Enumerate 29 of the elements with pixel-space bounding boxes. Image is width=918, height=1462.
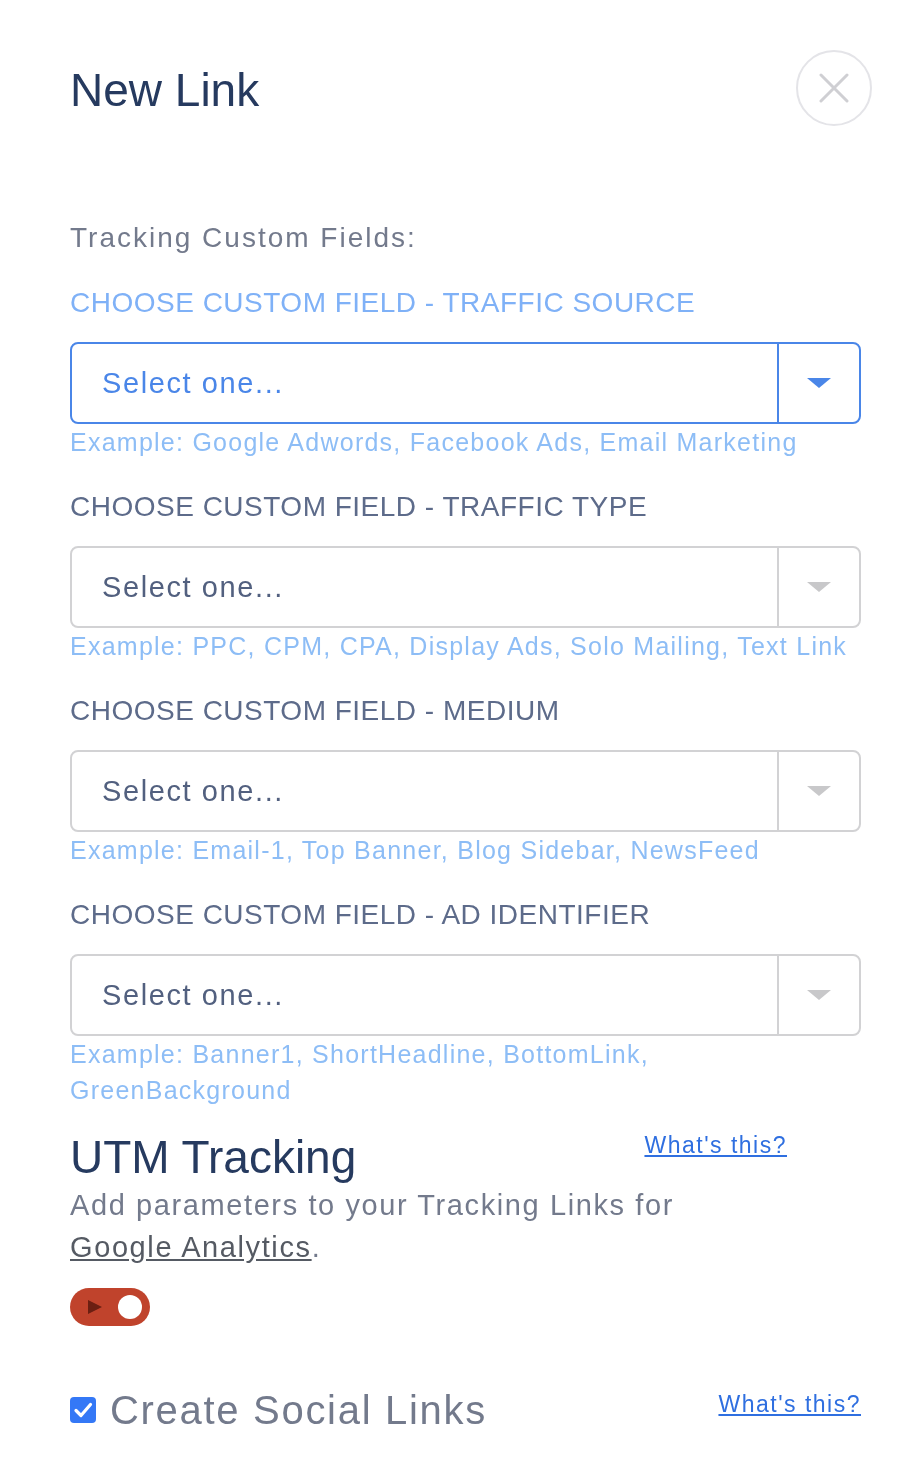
field-label: CHOOSE CUSTOM FIELD - MEDIUM: [70, 695, 560, 727]
select-field[interactable]: Select one...: [70, 342, 861, 424]
select-field[interactable]: Select one...: [70, 750, 861, 832]
caret-icon: [807, 582, 831, 592]
section-title: UTM Tracking: [70, 1130, 357, 1184]
dialog-title: New Link: [70, 63, 260, 117]
description-text: Add parameters to your Tracking Links for Google Analytics.: [70, 1188, 675, 1265]
field-hint: Example: Google Adwords, Facebook Ads, Email Marketing: [70, 427, 798, 458]
close-icon: [819, 73, 849, 103]
help-link[interactable]: What's this?: [718, 1391, 861, 1417]
field-label: CHOOSE CUSTOM FIELD - TRAFFIC SOURCE: [70, 287, 696, 319]
field-hint: Example: Banner1, ShortHeadline, BottomLink, GreenBackground: [70, 1039, 650, 1106]
analytics-link[interactable]: Google Analytics: [70, 1231, 312, 1263]
toggle-switch[interactable]: [70, 1288, 150, 1326]
toggle-knob: [118, 1295, 142, 1319]
field-hint: Example: PPC, CPM, CPA, Display Ads, Solo Mailing, Text Link: [70, 631, 848, 662]
select-field[interactable]: Select one...: [70, 954, 861, 1036]
help-link[interactable]: What's this?: [644, 1132, 787, 1158]
field-label: CHOOSE CUSTOM FIELD - TRAFFIC TYPE: [70, 491, 648, 523]
select-field[interactable]: Select one...: [70, 546, 861, 628]
checkbox-label: Create Social Links: [110, 1387, 487, 1434]
caret-icon: [807, 990, 831, 1000]
checkbox[interactable]: [70, 1397, 96, 1423]
caret-icon: [807, 786, 831, 796]
caret-icon: [807, 378, 831, 388]
field-hint: Example: Email-1, Top Banner, Blog Sidebar, NewsFeed: [70, 835, 760, 866]
section-heading: Tracking Custom Fields:: [70, 222, 417, 254]
play-icon: [88, 1300, 102, 1314]
field-label: CHOOSE CUSTOM FIELD - AD IDENTIFIER: [70, 899, 651, 931]
